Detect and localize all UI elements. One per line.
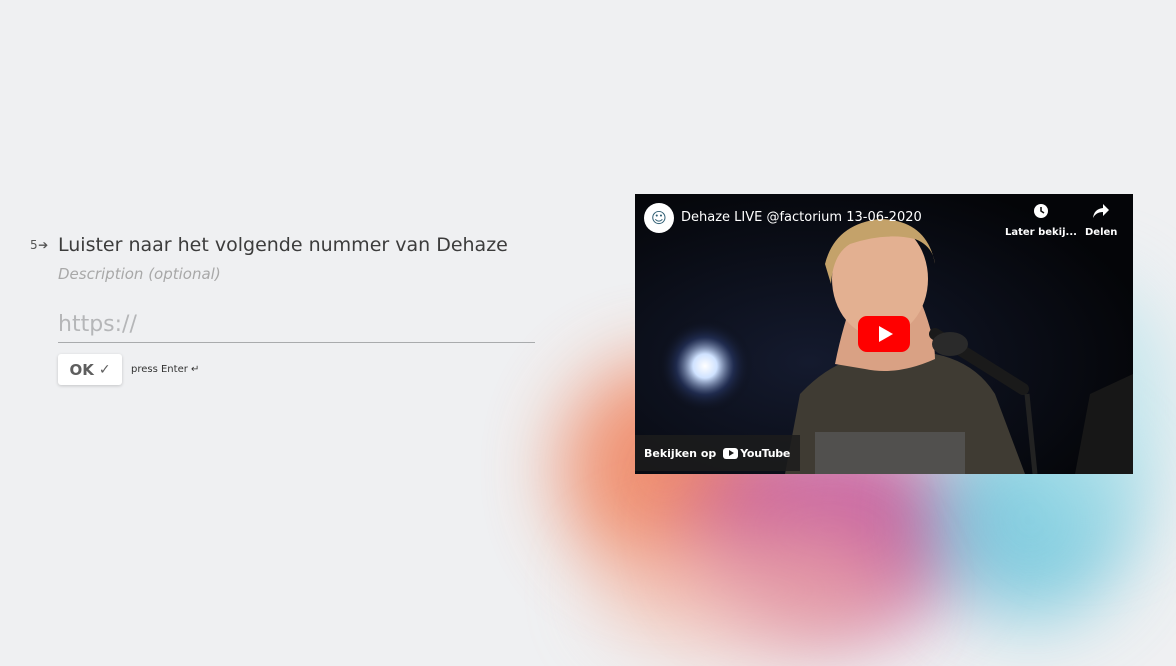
- play-icon: [878, 326, 893, 342]
- question-number: 5➔: [30, 238, 49, 252]
- gradient-blob-peach: [600, 520, 900, 660]
- youtube-embed[interactable]: ☺ Dehaze LIVE @factorium 13-06-2020 Late…: [635, 194, 1133, 474]
- watch-on-label: Bekijken op: [644, 446, 717, 460]
- ok-button[interactable]: OK ✓: [58, 354, 122, 385]
- share-button[interactable]: Delen: [1085, 203, 1117, 238]
- question-description: Description (optional): [58, 265, 221, 283]
- watch-on-youtube-button[interactable]: Bekijken op YouTube: [635, 435, 800, 471]
- press-enter-hint: press Enter ↵: [131, 364, 200, 375]
- youtube-icon: [723, 447, 739, 459]
- url-input[interactable]: [58, 306, 535, 343]
- watch-later-button[interactable]: Later bekij...: [1005, 203, 1077, 238]
- channel-avatar[interactable]: ☺: [644, 203, 674, 233]
- video-title[interactable]: Dehaze LIVE @factorium 13-06-2020: [681, 210, 922, 225]
- ok-label: OK: [69, 360, 94, 379]
- watch-later-label: Later bekij...: [1005, 227, 1077, 238]
- clock-icon: [1033, 203, 1049, 223]
- share-label: Delen: [1085, 227, 1118, 238]
- play-button[interactable]: [858, 316, 910, 352]
- youtube-wordmark: YouTube: [740, 446, 790, 460]
- share-arrow-icon: [1092, 203, 1110, 223]
- youtube-logo: YouTube: [723, 447, 790, 460]
- question-title: Luister naar het volgende nummer van Deh…: [58, 234, 508, 256]
- check-icon: ✓: [98, 361, 111, 378]
